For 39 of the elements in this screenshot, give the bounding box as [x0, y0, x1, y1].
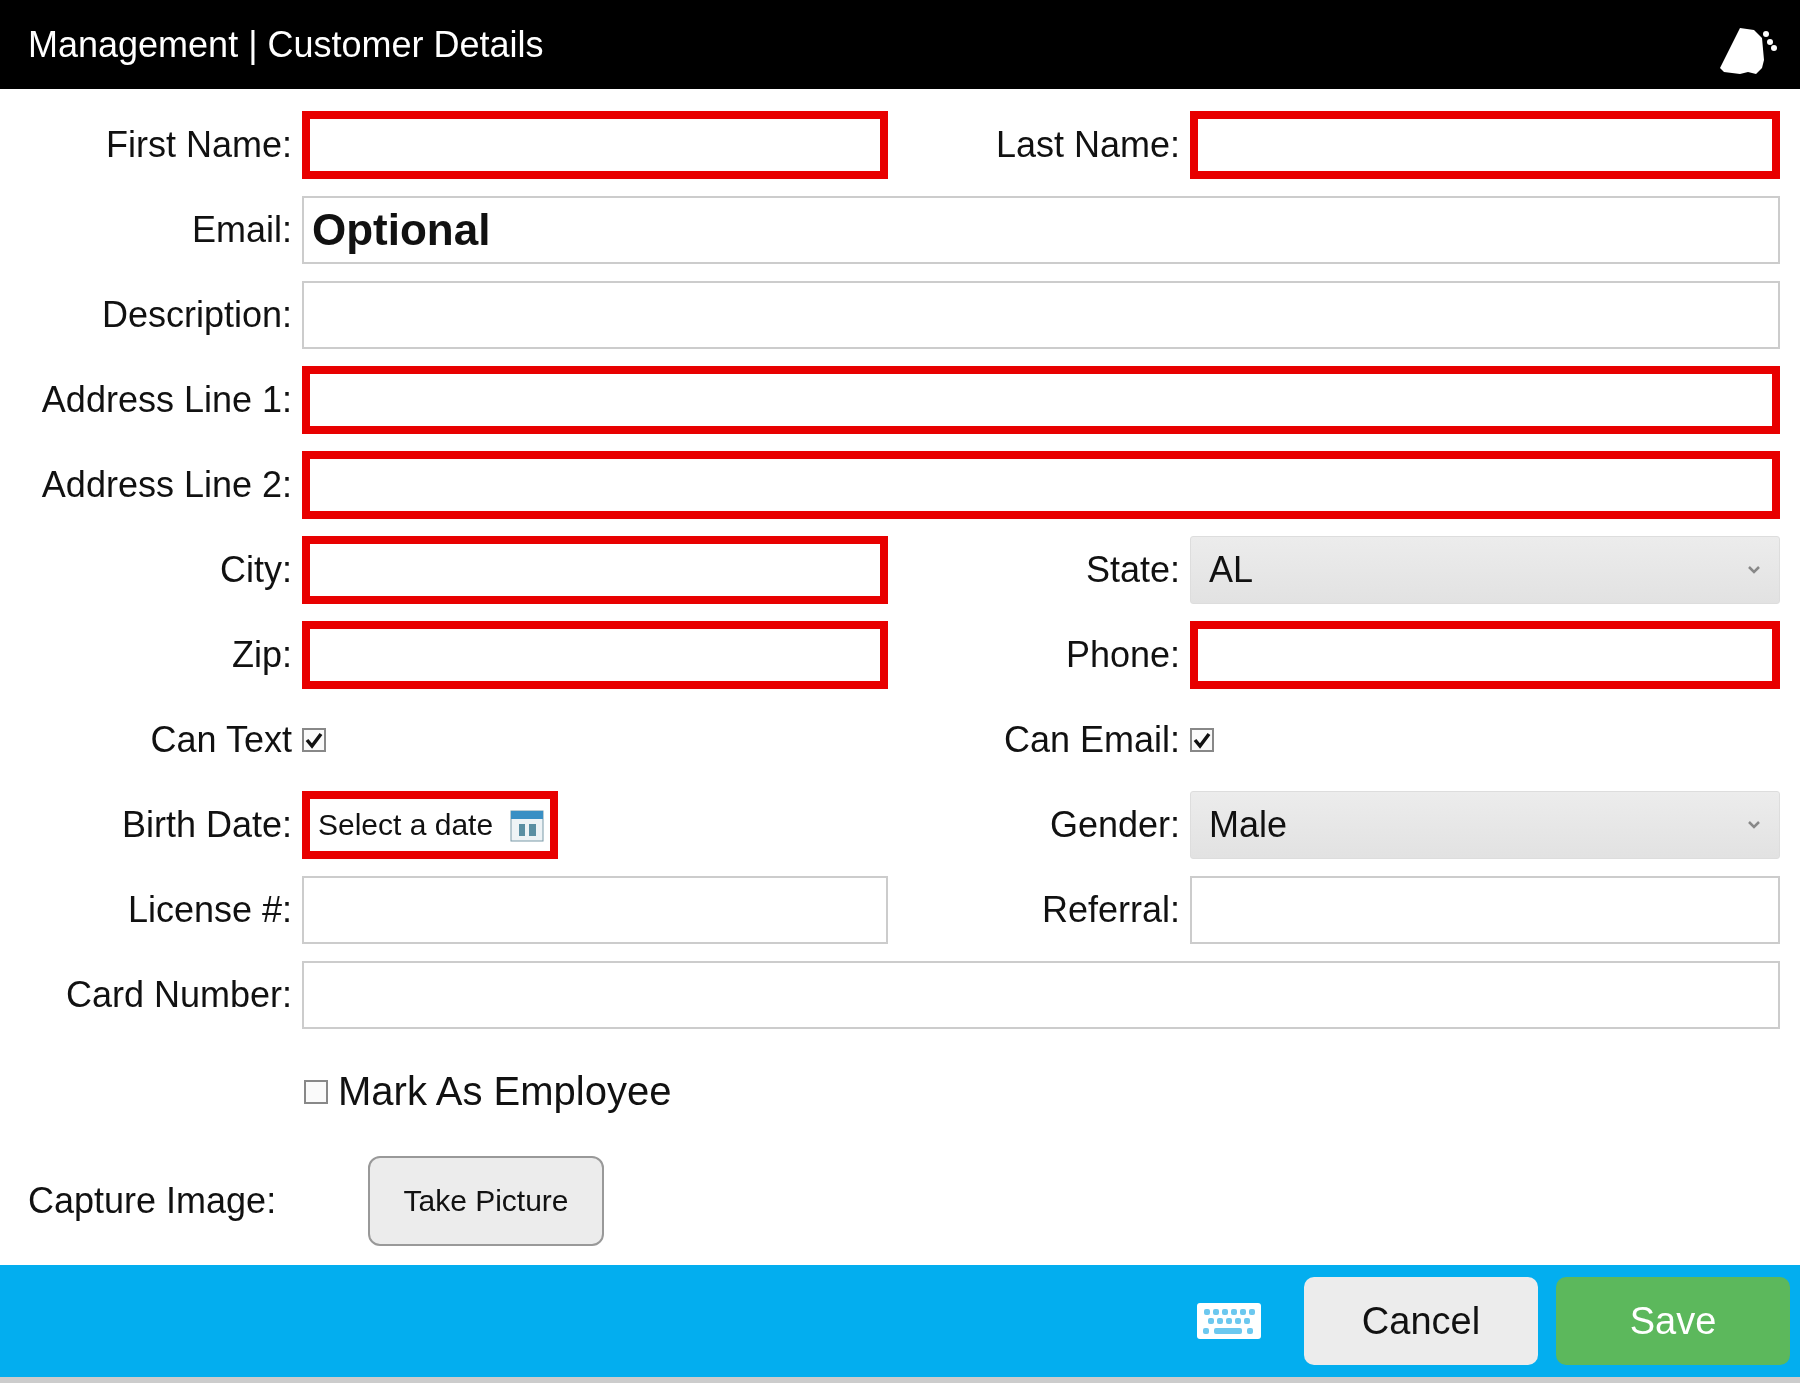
calendar-icon[interactable]	[510, 808, 544, 842]
field-label: Last Name:	[995, 124, 1180, 166]
field-label: Address Line 2:	[41, 464, 292, 506]
field-label: State:	[1085, 549, 1180, 591]
field-label: Address Line 1:	[41, 379, 292, 421]
dropdown[interactable]: AL	[1190, 536, 1780, 604]
checkbox[interactable]	[304, 1079, 328, 1104]
field-label: License #:	[127, 889, 292, 931]
chevron-down-icon[interactable]	[1747, 820, 1761, 830]
text-field[interactable]	[1190, 111, 1780, 179]
date-field[interactable]: Select a date	[302, 791, 558, 859]
text-field[interactable]	[302, 536, 888, 604]
text-field[interactable]	[302, 366, 1780, 434]
field-label: City:	[220, 549, 292, 591]
field-label: Can Email:	[1003, 719, 1180, 761]
text-field[interactable]	[302, 451, 1780, 519]
field-label: First Name:	[106, 124, 292, 166]
field-label: Birth Date:	[121, 804, 292, 846]
window-title: Management | Customer Details	[28, 23, 544, 66]
field-label: Card Number:	[65, 974, 292, 1016]
chevron-down-icon[interactable]	[1747, 565, 1761, 575]
field-label: Email:	[191, 209, 292, 251]
field-label: Referral:	[1041, 889, 1180, 931]
checkbox[interactable]	[302, 728, 326, 752]
field-label: Capture Image:	[28, 1180, 278, 1222]
field-label: Phone:	[1065, 634, 1180, 676]
checkbox[interactable]	[1190, 728, 1214, 752]
keyboard-icon[interactable]	[1196, 1302, 1262, 1340]
dropdown[interactable]: Male	[1190, 791, 1780, 859]
text-field[interactable]	[302, 621, 888, 689]
field-label: Description:	[101, 294, 292, 336]
checkbox-label: Mark As Employee	[338, 1069, 672, 1114]
take-picture-button[interactable]: Take Picture	[368, 1156, 604, 1246]
field-label: Can Text	[150, 719, 292, 761]
cancel-button[interactable]: Cancel	[1304, 1277, 1538, 1365]
text-field[interactable]	[302, 111, 888, 179]
text-field[interactable]	[1190, 621, 1780, 689]
field-label: Zip:	[232, 634, 292, 676]
field-label: Gender:	[1049, 804, 1180, 846]
